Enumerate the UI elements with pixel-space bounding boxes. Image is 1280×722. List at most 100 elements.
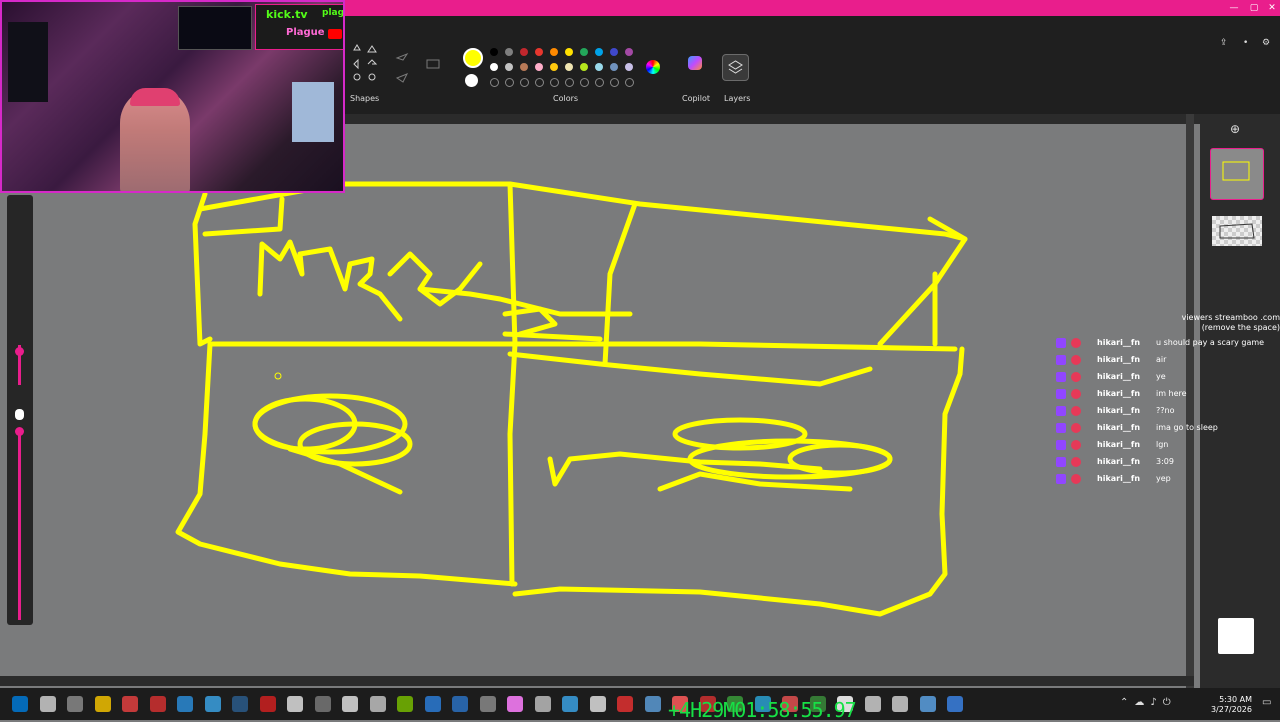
chrome-icon[interactable] xyxy=(204,696,221,712)
app-icon[interactable] xyxy=(947,696,963,712)
palette-swatch[interactable] xyxy=(535,48,543,56)
background-layer-swatch[interactable] xyxy=(1218,618,1254,654)
palette-swatch[interactable] xyxy=(550,48,558,56)
system-clock[interactable]: 5:30 AM 3/27/2026 xyxy=(1211,695,1252,715)
horizontal-scrollbar[interactable] xyxy=(0,676,1194,686)
twitch-badge-icon xyxy=(1056,474,1066,484)
app-icon[interactable] xyxy=(479,696,496,712)
empty-swatch[interactable] xyxy=(505,78,514,87)
layers-button[interactable] xyxy=(722,54,749,81)
palette-swatch[interactable] xyxy=(580,63,588,71)
minimize-icon[interactable]: — xyxy=(1224,0,1244,16)
chat-username: hikari__fn xyxy=(1097,457,1141,466)
user-badge-icon xyxy=(1071,406,1081,416)
app-icon[interactable] xyxy=(562,696,578,712)
chat-text: ima go to sleep xyxy=(1156,423,1218,432)
palette-swatch[interactable] xyxy=(505,48,513,56)
twitch-badge-icon xyxy=(1056,440,1066,450)
empty-swatch[interactable] xyxy=(520,78,529,87)
palette-swatch[interactable] xyxy=(520,48,528,56)
palette-swatch[interactable] xyxy=(610,48,618,56)
app-icon[interactable] xyxy=(919,696,936,712)
empty-swatch[interactable] xyxy=(490,78,499,87)
palette-swatch[interactable] xyxy=(610,63,618,71)
layer-thumb-1[interactable] xyxy=(1210,148,1264,200)
app-icon[interactable] xyxy=(864,696,881,712)
selected-color-swatch[interactable] xyxy=(463,48,483,68)
app-icon[interactable] xyxy=(534,696,551,712)
edge-icon[interactable] xyxy=(177,696,193,712)
palette-swatch[interactable] xyxy=(625,63,633,71)
palette-swatch[interactable] xyxy=(580,48,588,56)
app-icon[interactable] xyxy=(644,696,661,712)
camera-icon[interactable] xyxy=(369,696,386,712)
app-icon[interactable] xyxy=(892,696,908,712)
copilot-button[interactable] xyxy=(682,54,710,94)
palette-swatch[interactable] xyxy=(565,63,573,71)
task-view-icon[interactable] xyxy=(67,696,83,712)
close-icon[interactable]: ✕ xyxy=(1262,0,1280,16)
empty-swatch[interactable] xyxy=(595,78,604,87)
empty-swatch[interactable] xyxy=(535,78,544,87)
start-icon[interactable] xyxy=(12,696,28,712)
palette-swatch[interactable] xyxy=(535,63,543,71)
app-icon[interactable] xyxy=(589,696,606,712)
youtube-icon xyxy=(328,29,342,39)
layer-thumb-1-preview xyxy=(1222,161,1250,181)
user-badge-icon xyxy=(1071,423,1081,433)
palette-swatch[interactable] xyxy=(595,48,603,56)
file-explorer-icon[interactable] xyxy=(94,696,111,712)
clock-time: 5:30 AM xyxy=(1219,695,1252,704)
twitch-badge-icon xyxy=(1056,406,1066,416)
zoom-handle[interactable] xyxy=(15,347,24,356)
app-icon[interactable] xyxy=(424,696,441,712)
app-icon[interactable] xyxy=(287,696,303,712)
app-icon[interactable] xyxy=(149,696,166,712)
kick-banner: kick.tv plag Plague xyxy=(255,4,343,50)
twitch-badge-icon xyxy=(1056,372,1066,382)
palette-swatch[interactable] xyxy=(490,48,498,56)
shapes-group[interactable] xyxy=(350,44,390,84)
kick-text: kick.tv xyxy=(266,8,308,21)
share-icon[interactable]: ⇪ xyxy=(1220,38,1228,48)
tray-icons: ⌃☁♪⏻ xyxy=(1120,697,1177,708)
steam-icon[interactable] xyxy=(232,696,248,712)
palette-swatch[interactable] xyxy=(595,63,603,71)
palette-swatch[interactable] xyxy=(520,63,528,71)
app-icon[interactable] xyxy=(314,696,331,712)
add-layer-icon[interactable]: ⊕ xyxy=(1230,122,1240,136)
app-icon[interactable] xyxy=(342,696,358,712)
nvidia-icon[interactable] xyxy=(397,696,413,712)
chat-username: hikari__fn xyxy=(1097,338,1141,347)
empty-swatch[interactable] xyxy=(610,78,619,87)
maximize-icon[interactable]: ▢ xyxy=(1244,0,1264,16)
palette-swatch[interactable] xyxy=(490,63,498,71)
palette-swatch[interactable] xyxy=(550,63,558,71)
color-picker-wheel-icon[interactable] xyxy=(646,60,660,74)
app-icon[interactable] xyxy=(507,696,523,712)
youtube-icon[interactable] xyxy=(617,696,633,712)
empty-swatch[interactable] xyxy=(625,78,634,87)
settings-icon[interactable]: ⚙ xyxy=(1262,38,1270,48)
search-icon[interactable] xyxy=(39,696,56,712)
layers-label: Layers xyxy=(724,94,751,103)
empty-swatch[interactable] xyxy=(580,78,589,87)
chat-text: lgn xyxy=(1156,440,1169,449)
empty-swatch[interactable] xyxy=(550,78,559,87)
empty-swatch[interactable] xyxy=(565,78,574,87)
vertical-scrollbar[interactable] xyxy=(1186,114,1194,688)
twitch-badge-icon xyxy=(1056,355,1066,365)
zoom-toolbar xyxy=(7,195,33,625)
secondary-color-swatch[interactable] xyxy=(465,74,478,87)
notification-icon[interactable]: ▭ xyxy=(1262,697,1271,708)
palette-swatch[interactable] xyxy=(505,63,513,71)
drawing-canvas[interactable] xyxy=(0,114,1190,688)
brush-options[interactable] xyxy=(393,50,443,90)
app-icon[interactable] xyxy=(259,696,276,712)
size-slider[interactable] xyxy=(18,435,21,620)
palette-swatch[interactable] xyxy=(625,48,633,56)
palette-swatch[interactable] xyxy=(565,48,573,56)
layer-thumb-2[interactable] xyxy=(1212,216,1262,246)
app-icon[interactable] xyxy=(452,696,468,712)
app-icon[interactable] xyxy=(122,696,138,712)
